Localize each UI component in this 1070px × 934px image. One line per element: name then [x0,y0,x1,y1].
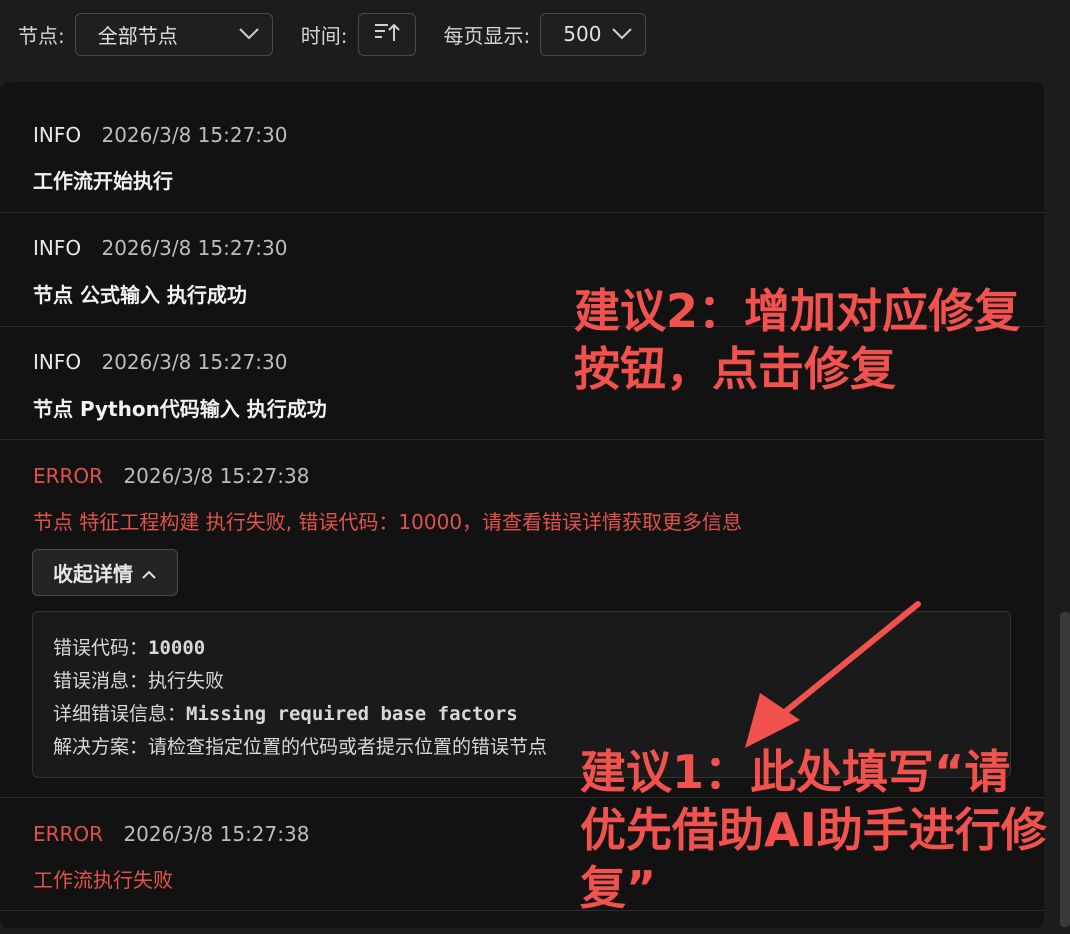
log-level: INFO [33,123,82,147]
error-code-line: 错误代码：10000 [53,637,206,659]
log-time: 2026/3/8 15:27:38 [123,464,310,488]
time-sort-button[interactable] [357,12,416,56]
log-level: ERROR [33,822,104,846]
node-filter-value: 全部节点 [97,23,178,48]
log-entry: INFO 2026/3/8 15:27:30 工作流开始执行 [0,82,1044,213]
log-level: INFO [33,236,82,260]
chevron-up-icon [133,561,157,585]
node-filter-label: 节点: [18,23,65,48]
chevron-down-icon [611,27,633,41]
page-size-select[interactable]: 500 [540,12,647,56]
log-message: 工作流执行失败 [33,868,173,892]
chevron-down-icon [238,27,260,41]
error-detail-value: Missing required base factors [186,703,518,725]
node-filter-select[interactable]: 全部节点 [74,12,273,56]
time-sort-label: 时间: [300,23,348,48]
log-message: 节点 特征工程构建 执行失败, 错误代码：10000，请查看错误详情获取更多信息 [33,510,743,534]
log-time: 2026/3/8 15:27:38 [123,822,310,846]
suggestion-2-annotation: 建议2：增加对应修复 按钮，点击修复 [574,284,1021,396]
error-message-line: 错误消息：执行失败 [53,670,225,692]
sort-ascending-icon [373,20,401,48]
log-time: 2026/3/8 15:27:30 [101,236,288,260]
log-level: ERROR [33,464,104,488]
log-time: 2026/3/8 15:27:30 [101,350,288,374]
log-message: 节点 Python代码输入 执行成功 [33,397,327,421]
page-size-value: 500 [563,22,602,46]
error-solution-value: 请检查指定位置的代码或者提示位置的错误节点 [148,736,548,758]
error-detail-line: 详细错误信息：Missing required base factors [53,703,518,725]
filter-toolbar: 节点: 全部节点 时间: 每页显示: 500 [0,0,1070,68]
collapse-details-button[interactable]: 收起详情 [32,549,178,596]
error-code-value: 10000 [148,637,206,659]
suggestion-1-annotation: 建议1：此处填写“请 优先借助AI助手进行修 复” [580,745,1047,915]
page-size-label: 每页显示: [443,23,531,48]
error-message-value: 执行失败 [148,670,225,692]
log-message: 节点 公式输入 执行成功 [33,283,247,307]
log-time: 2026/3/8 15:27:30 [101,123,288,147]
log-message: 工作流开始执行 [33,169,173,193]
collapse-details-label: 收起详情 [53,562,133,586]
log-level: INFO [33,350,82,374]
